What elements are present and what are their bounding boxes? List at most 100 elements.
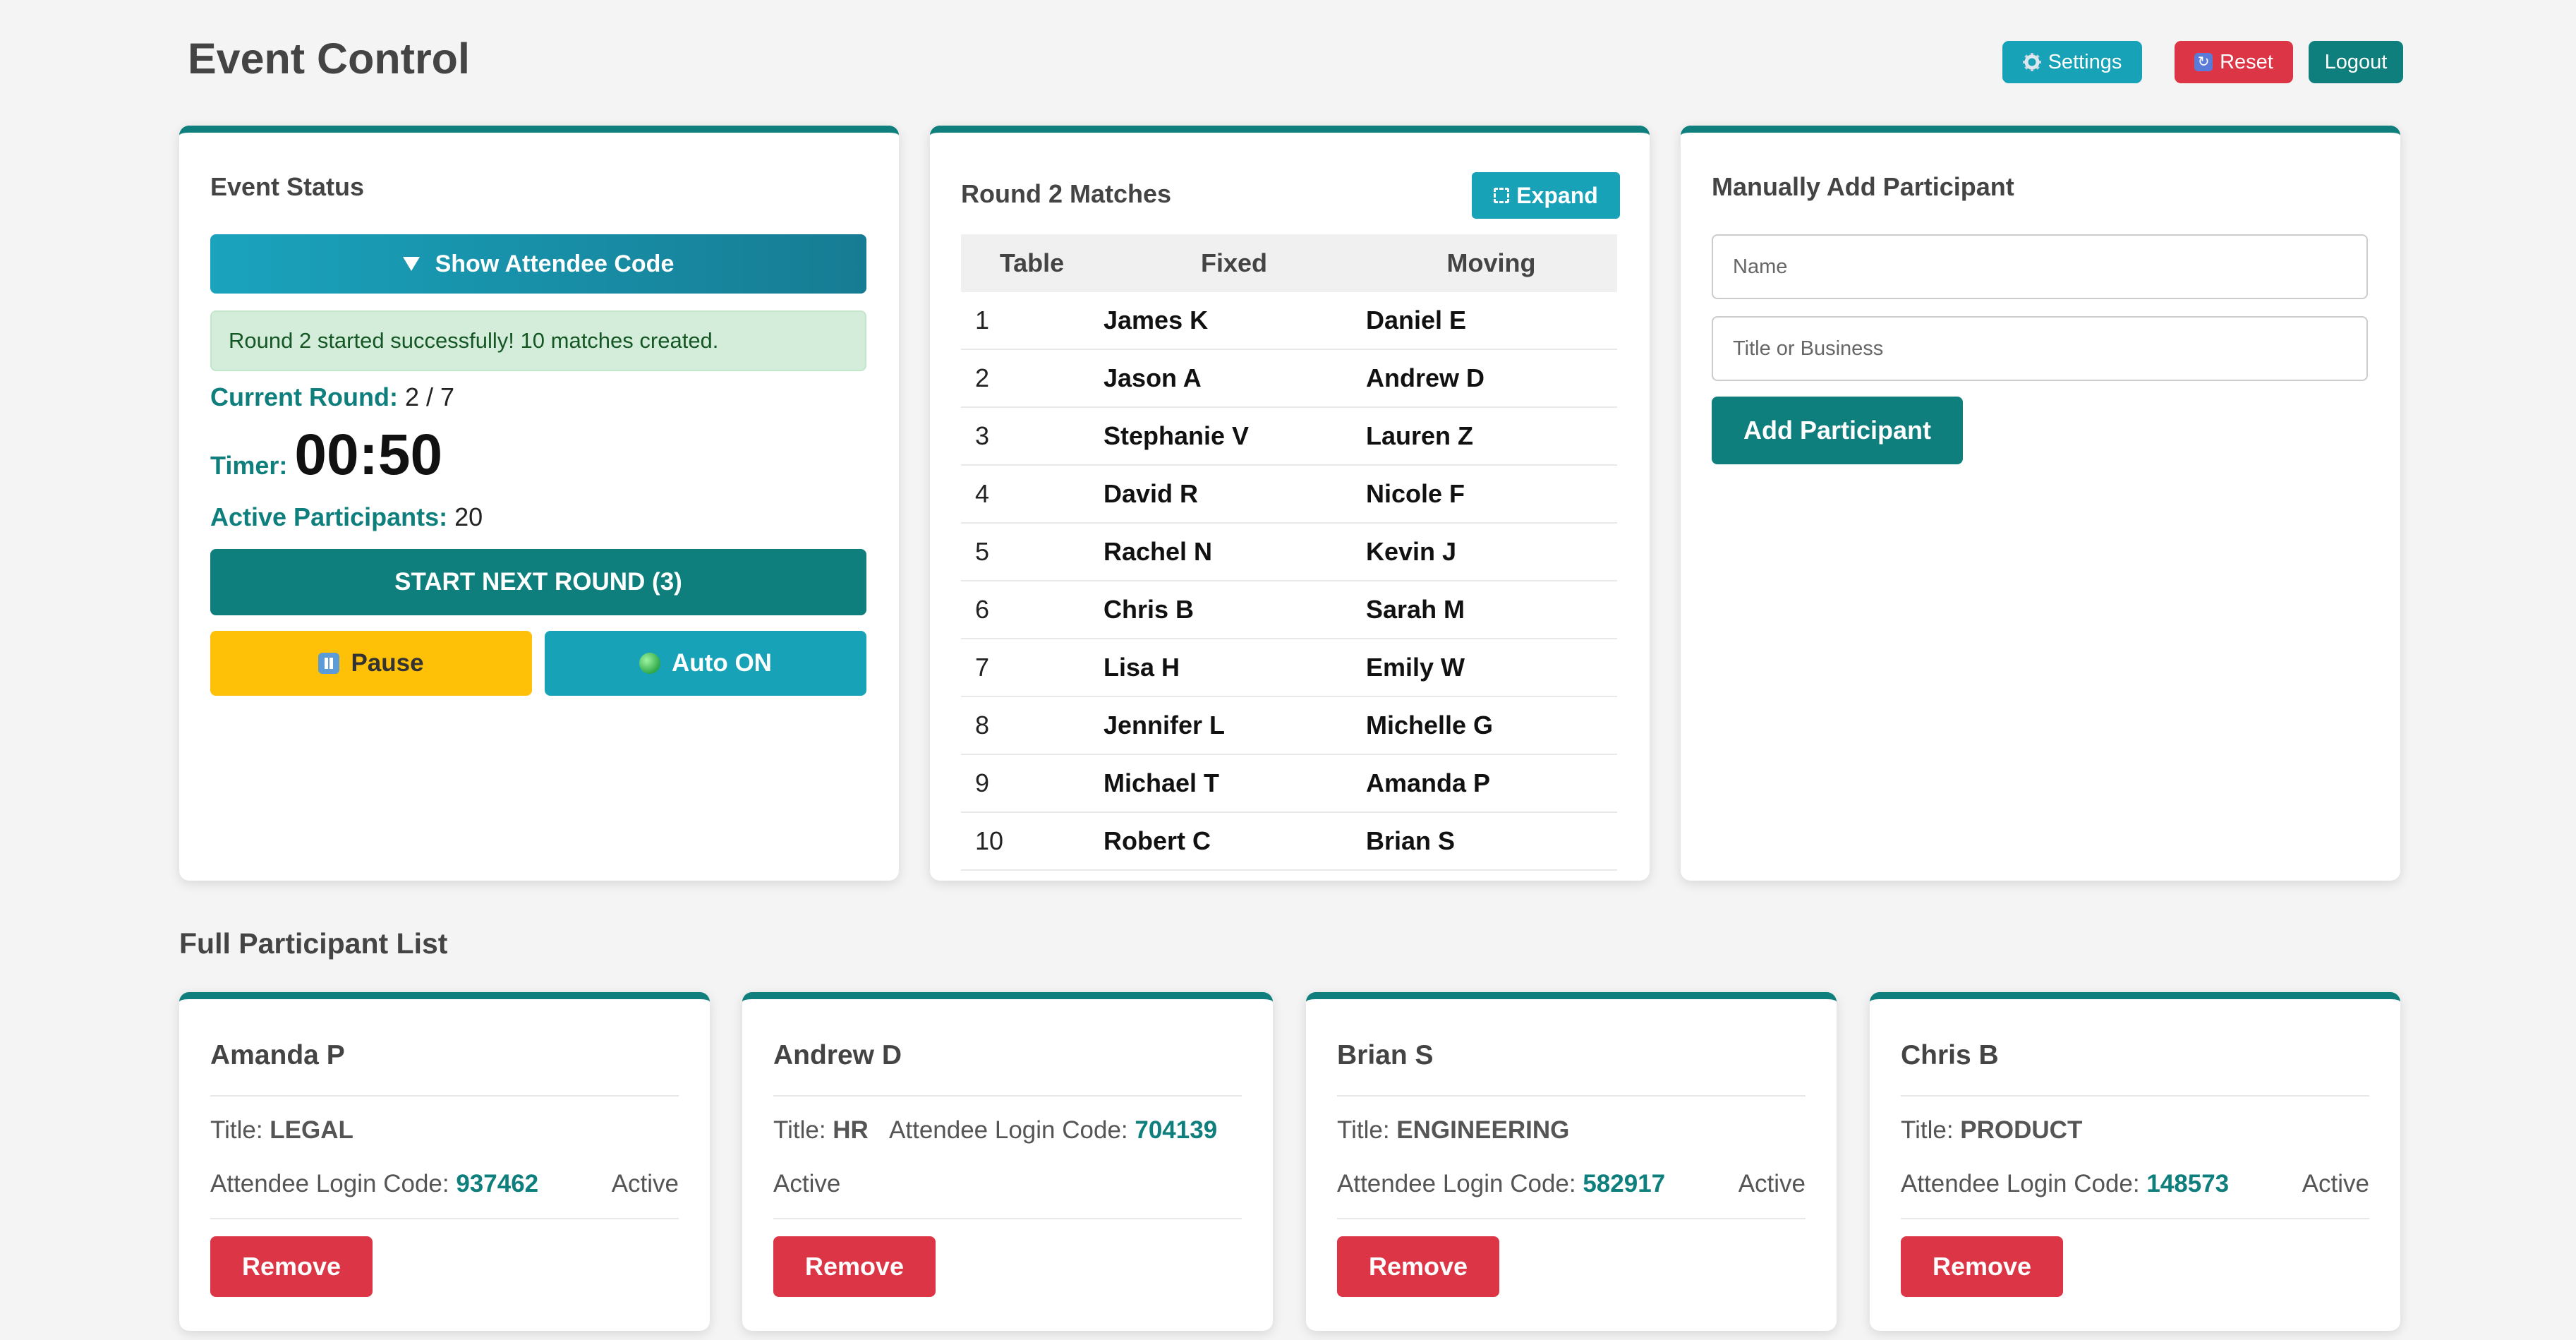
current-round-label: Current Round:: [210, 382, 398, 411]
timer: Timer: 00:50: [210, 422, 442, 488]
participant-title-prefix: Title:: [1337, 1116, 1390, 1144]
divider: [1901, 1095, 2369, 1097]
remove-participant-button[interactable]: Remove: [1337, 1236, 1499, 1297]
matches-table: Table Fixed Moving 1 James K Daniel E 2 Jaso…: [961, 234, 1617, 871]
settings-button[interactable]: Settings: [2002, 41, 2142, 83]
pause-label: Pause: [351, 649, 424, 677]
participant-title: HR: [833, 1116, 869, 1144]
match-moving-name: Brian S: [1365, 812, 1617, 871]
current-round: Current Round: 2 / 7: [210, 382, 454, 412]
participant-login-code: 704139: [1135, 1116, 1218, 1144]
participant-status: Active: [2302, 1170, 2369, 1197]
green-circle-icon: [639, 653, 661, 674]
match-moving-name: Sarah M: [1365, 581, 1617, 639]
reset-button[interactable]: ↻ Reset: [2175, 41, 2293, 83]
matches-header-row: Table Fixed Moving: [961, 234, 1617, 292]
match-table-number: 6: [961, 581, 1103, 639]
start-next-round-button[interactable]: START NEXT ROUND (3): [210, 549, 866, 615]
match-fixed-name: Jason A: [1103, 349, 1365, 408]
add-participant-title: Manually Add Participant: [1712, 172, 2014, 201]
match-moving-name: Michelle G: [1365, 696, 1617, 755]
match-fixed-name: Chris B: [1103, 581, 1365, 639]
event-status-card: Event Status Show Attendee Code Round 2 …: [179, 126, 899, 881]
logout-button[interactable]: Logout: [2309, 41, 2403, 83]
remove-participant-button[interactable]: Remove: [1901, 1236, 2063, 1297]
name-input[interactable]: [1712, 234, 2368, 299]
current-round-value: 2 / 7: [404, 382, 455, 411]
active-participants-label: Active Participants:: [210, 502, 448, 531]
round-matches-card: Round 2 Matches Expand Table Fixed Movin…: [930, 126, 1650, 881]
participant-code-line: Attendee Login Code: 148573: [1901, 1170, 2229, 1198]
match-row: 7 Lisa H Emily W: [961, 639, 1617, 697]
participant-name: Chris B: [1901, 1040, 1999, 1070]
participant-list-title: Full Participant List: [179, 927, 448, 960]
page-title: Event Control: [188, 35, 470, 83]
match-moving-name: Lauren Z: [1365, 407, 1617, 466]
participant-title: LEGAL: [270, 1116, 353, 1144]
auto-toggle-button[interactable]: Auto ON: [545, 631, 866, 696]
match-table-number: 4: [961, 465, 1103, 524]
participant-status: Active: [1738, 1170, 1806, 1197]
title-business-input[interactable]: [1712, 316, 2368, 381]
match-table-number: 10: [961, 812, 1103, 871]
participant-status: Active: [773, 1170, 841, 1197]
column-header-fixed: Fixed: [1103, 234, 1365, 292]
participant-name: Andrew D: [773, 1040, 902, 1070]
match-fixed-name: Michael T: [1103, 754, 1365, 813]
match-moving-name: Nicole F: [1365, 465, 1617, 524]
match-fixed-name: David R: [1103, 465, 1365, 524]
match-row: 2 Jason A Andrew D: [961, 349, 1617, 408]
divider: [210, 1218, 679, 1219]
add-participant-button[interactable]: Add Participant: [1712, 397, 1963, 464]
match-row: 1 James K Daniel E: [961, 292, 1617, 350]
match-fixed-name: Rachel N: [1103, 523, 1365, 581]
participant-title-line: Title: PRODUCT: [1901, 1116, 2082, 1145]
match-row: 9 Michael T Amanda P: [961, 754, 1617, 813]
active-participants-value: 20: [454, 502, 483, 531]
match-row: 3 Stephanie V Lauren Z: [961, 407, 1617, 466]
match-table-number: 8: [961, 696, 1103, 755]
match-moving-name: Amanda P: [1365, 754, 1617, 813]
active-participants: Active Participants: 20: [210, 502, 483, 532]
expand-label: Expand: [1516, 182, 1598, 208]
participant-code-prefix: Attendee Login Code:: [889, 1116, 1128, 1144]
add-participant-card: Manually Add Participant Add Participant: [1681, 126, 2400, 881]
participant-title-line: Title: LEGAL: [210, 1116, 353, 1145]
column-header-moving: Moving: [1365, 234, 1617, 292]
pause-icon: [318, 653, 340, 674]
reset-icon: ↻: [2194, 53, 2213, 71]
match-table-number: 7: [961, 639, 1103, 697]
expand-button[interactable]: Expand: [1472, 172, 1620, 219]
participant-title-prefix: Title:: [1901, 1116, 1954, 1144]
participant-login-code: 937462: [456, 1170, 539, 1197]
pause-button[interactable]: Pause: [210, 631, 532, 696]
match-table-number: 5: [961, 523, 1103, 581]
match-table-number: 3: [961, 407, 1103, 466]
remove-participant-button[interactable]: Remove: [210, 1236, 373, 1297]
participant-title: PRODUCT: [1960, 1116, 2083, 1144]
round-matches-title: Round 2 Matches: [961, 179, 1172, 208]
settings-label: Settings: [2048, 50, 2122, 73]
participant-code-prefix: Attendee Login Code:: [1337, 1170, 1576, 1197]
auto-label: Auto ON: [672, 649, 772, 677]
show-attendee-code-button[interactable]: Show Attendee Code: [210, 234, 866, 294]
divider: [773, 1095, 1242, 1097]
participant-name: Amanda P: [210, 1040, 345, 1070]
participant-card: Amanda P Title: LEGAL Attendee Login Code:…: [179, 992, 710, 1331]
divider: [210, 1095, 679, 1097]
remove-participant-button[interactable]: Remove: [773, 1236, 936, 1297]
divider: [1901, 1218, 2369, 1219]
match-fixed-name: Stephanie V: [1103, 407, 1365, 466]
participant-title-line: Title: ENGINEERING: [1337, 1116, 1569, 1145]
participant-card: Brian S Title: ENGINEERING Attendee Login …: [1306, 992, 1837, 1331]
match-row: 4 David R Nicole F: [961, 465, 1617, 524]
show-code-label: Show Attendee Code: [435, 250, 675, 277]
match-row: 10 Robert C Brian S: [961, 812, 1617, 871]
column-header-table: Table: [961, 234, 1103, 292]
match-row: 5 Rachel N Kevin J: [961, 523, 1617, 581]
match-fixed-name: Robert C: [1103, 812, 1365, 871]
match-table-number: 2: [961, 349, 1103, 408]
participant-status: Active: [611, 1170, 679, 1197]
participant-title-prefix: Title:: [773, 1116, 826, 1144]
participant-title-prefix: Title:: [210, 1116, 263, 1144]
